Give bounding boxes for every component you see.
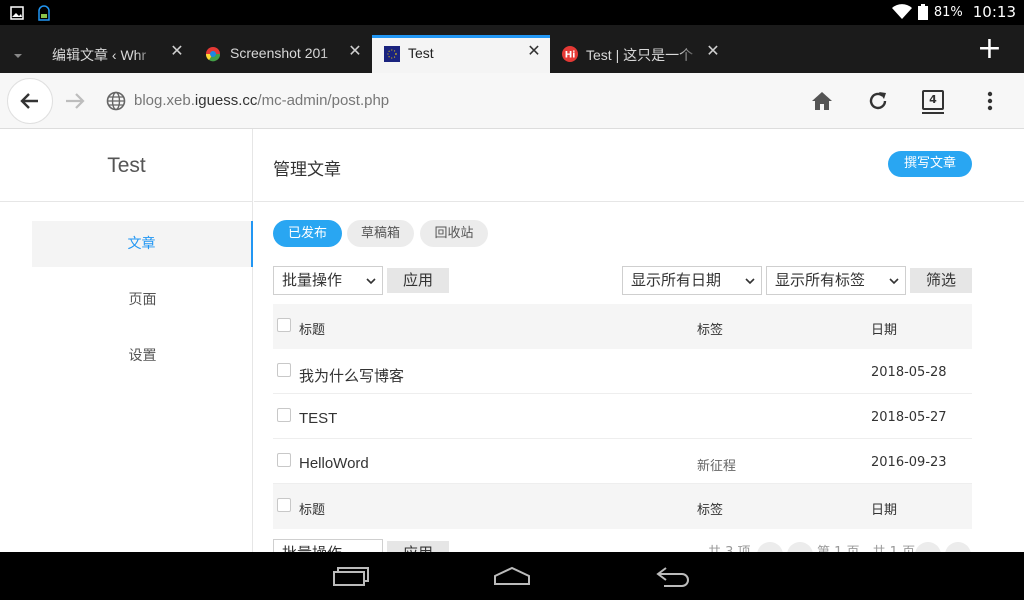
back-button[interactable] — [7, 78, 53, 124]
chevron-down-icon — [366, 278, 376, 285]
table-row: 我为什么写博客 2018-05-28 — [273, 349, 972, 394]
wifi-icon — [891, 4, 912, 19]
chevron-down-icon — [745, 278, 755, 285]
tab-published[interactable]: 已发布 — [273, 220, 342, 247]
tab-title: Test | 这只是一个 — [586, 47, 694, 63]
admin-sidebar: Test 文章 页面 设置 — [0, 129, 253, 552]
battery-icon — [917, 4, 928, 20]
bulk-action-select-bottom[interactable]: 批量操作 — [273, 539, 383, 552]
bulk-action-value: 批量操作 — [282, 271, 343, 289]
screen: 81% 10:13 编辑文章 ‹ Whr ✕ Screenshot 201 ✕ … — [0, 0, 1024, 600]
tab-test-blog[interactable]: Hi Test | 这只是一个 ✕ — [551, 35, 729, 73]
next-page-button[interactable] — [915, 542, 941, 552]
pager-page: 第 1 页，共 1 页 — [817, 541, 915, 552]
tab-trash[interactable]: 回收站 — [420, 220, 488, 247]
forward-arrow-icon[interactable] — [62, 88, 88, 114]
home-nav-icon[interactable] — [492, 564, 532, 588]
new-tab-plus-icon[interactable]: + — [977, 34, 1002, 64]
table-row: HelloWord 新征程 2016-09-23 — [273, 439, 972, 484]
tab-title: Screenshot 201 — [230, 45, 329, 61]
post-tag[interactable]: 新征程 — [697, 455, 736, 474]
post-date: 2016-09-23 — [871, 455, 947, 470]
arrow-left-icon — [20, 93, 38, 109]
post-date: 2018-05-27 — [871, 410, 947, 425]
table-footer: 标题 标签 日期 — [273, 484, 972, 529]
bulk-action-select[interactable]: 批量操作 — [273, 266, 383, 295]
select-all-checkbox[interactable] — [277, 498, 291, 512]
row-checkbox[interactable] — [277, 363, 291, 377]
url-path: /mc-admin/post.php — [257, 92, 390, 109]
post-date: 2018-05-28 — [871, 365, 947, 380]
tab-title: Test — [408, 45, 434, 61]
web-page: Test 文章 页面 设置 管理文章 撰写文章 已发布 草稿箱 回收站 批量操作… — [0, 129, 1024, 552]
tab-drafts[interactable]: 草稿箱 — [347, 220, 414, 247]
column-title: 标题 — [299, 503, 326, 518]
row-checkbox[interactable] — [277, 453, 291, 467]
apply-button-bottom[interactable]: 应用 — [387, 541, 449, 552]
prev-page-button[interactable] — [787, 542, 813, 552]
url-domain: iguess.cc — [194, 92, 258, 109]
address-toolbar: blog.xeb.iguess.cc/mc-admin/post.php 4 — [0, 73, 1024, 129]
close-icon[interactable]: ✕ — [347, 44, 363, 60]
column-date: 日期 — [871, 503, 898, 518]
battery-percent: 81% — [933, 4, 963, 20]
tab-switcher-button[interactable]: 4 — [922, 90, 944, 114]
column-date: 日期 — [871, 323, 898, 338]
back-nav-icon[interactable] — [654, 564, 694, 588]
page-title: 管理文章 — [273, 160, 341, 180]
column-title: 标题 — [299, 323, 326, 338]
recents-icon[interactable] — [331, 564, 371, 588]
sidebar-item-settings[interactable]: 设置 — [32, 333, 253, 379]
close-icon[interactable]: ✕ — [526, 44, 542, 60]
chrome-colored-icon — [205, 47, 221, 62]
sidebar-item-pages[interactable]: 页面 — [32, 277, 253, 323]
post-title-link[interactable]: HelloWord — [299, 455, 369, 472]
image-icon — [10, 6, 24, 20]
close-icon[interactable]: ✕ — [705, 44, 721, 60]
close-icon[interactable]: ✕ — [169, 44, 185, 60]
write-post-button[interactable]: 撰写文章 — [888, 151, 972, 177]
sidebar-item-posts[interactable]: 文章 — [32, 221, 253, 267]
tag-filter-select[interactable]: 显示所有标签 — [766, 266, 906, 295]
bulk-action-value: 批量操作 — [282, 544, 342, 552]
pager-count: 共 3 项 — [708, 541, 751, 552]
home-icon[interactable] — [810, 89, 834, 113]
column-tag: 标签 — [697, 323, 724, 338]
url-field[interactable]: blog.xeb.iguess.cc/mc-admin/post.php — [134, 92, 389, 109]
tab-screenshot[interactable]: Screenshot 201 ✕ — [193, 35, 371, 73]
reload-icon[interactable] — [866, 89, 890, 113]
hi-badge-icon: Hi — [562, 46, 578, 62]
tab-test-active[interactable]: Test ✕ — [372, 35, 550, 73]
date-filter-select[interactable]: 显示所有日期 — [622, 266, 762, 295]
post-title-link[interactable]: TEST — [299, 410, 337, 427]
tab-strip: 编辑文章 ‹ Whr ✕ Screenshot 201 ✕ Test ✕ Hi … — [0, 25, 1024, 73]
status-bar: 81% 10:13 — [0, 0, 1024, 25]
tag-filter-value: 显示所有标签 — [775, 271, 866, 289]
table-header: 标题 标签 日期 — [273, 304, 972, 349]
tab-edit-post[interactable]: 编辑文章 ‹ Whr ✕ — [0, 35, 193, 73]
filter-button[interactable]: 筛选 — [910, 268, 972, 293]
clock: 10:13 — [972, 3, 1016, 21]
url-prefix: blog.xeb. — [134, 92, 195, 109]
overflow-menu-icon[interactable] — [978, 89, 1002, 113]
row-checkbox[interactable] — [277, 408, 291, 422]
first-page-button[interactable] — [757, 542, 783, 552]
date-filter-value: 显示所有日期 — [631, 271, 722, 289]
android-debug-icon — [38, 5, 50, 21]
table-row: TEST 2018-05-27 — [273, 394, 972, 439]
apply-button[interactable]: 应用 — [387, 268, 449, 293]
svg-text:Hi: Hi — [565, 51, 576, 61]
chevron-down-icon — [889, 278, 899, 285]
post-title-link[interactable]: 我为什么写博客 — [299, 365, 404, 386]
site-brand[interactable]: Test — [0, 129, 253, 202]
eu-flag-icon — [384, 46, 400, 62]
tab-title: 编辑文章 ‹ Whr — [52, 47, 147, 63]
main-header: 管理文章 撰写文章 — [254, 129, 1024, 202]
select-all-checkbox[interactable] — [277, 318, 291, 332]
system-nav-bar — [0, 552, 1024, 600]
last-page-button[interactable] — [945, 542, 971, 552]
page-icon — [14, 54, 22, 58]
globe-icon — [106, 91, 126, 111]
column-tag: 标签 — [697, 503, 724, 518]
